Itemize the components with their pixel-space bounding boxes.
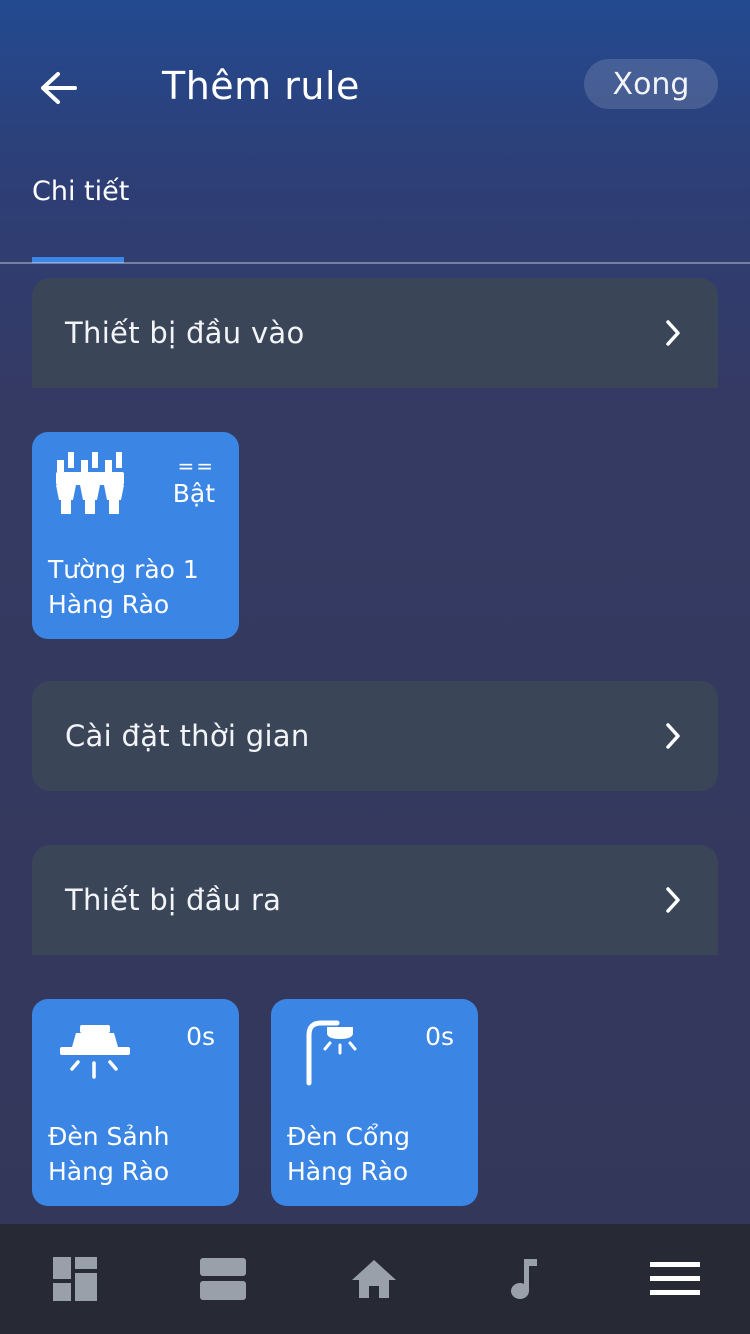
input-devices-row[interactable]: Thiết bị đầu vào (32, 278, 718, 388)
music-icon (511, 1259, 537, 1299)
condition-operator: == (177, 454, 215, 478)
time-settings-label: Cài đặt thời gian (65, 719, 310, 753)
page-title: Thêm rule (162, 64, 360, 108)
fence-icon (56, 452, 124, 514)
nav-menu[interactable] (600, 1224, 750, 1334)
arrow-left-icon (41, 72, 77, 104)
output-device-card[interactable]: 0s Đèn Sảnh Hàng Rào (32, 999, 239, 1206)
tab-details[interactable]: Chi tiết (32, 174, 129, 210)
chevron-right-icon (662, 318, 684, 348)
street-lamp-icon (306, 1020, 357, 1086)
nav-rooms[interactable] (148, 1224, 298, 1334)
output-delay: 0s (425, 1022, 454, 1051)
header: Thêm rule Xong (0, 0, 750, 170)
device-label: Tường rào 1 Hàng Rào (48, 552, 199, 622)
input-device-card[interactable]: == Bật Tường rào 1 Hàng Rào (32, 432, 239, 639)
rooms-icon (200, 1258, 246, 1300)
ceiling-lamp-icon (60, 1025, 130, 1079)
output-delay: 0s (186, 1022, 215, 1051)
done-button[interactable]: Xong (584, 59, 718, 109)
output-devices-row[interactable]: Thiết bị đầu ra (32, 845, 718, 955)
device-name: Đèn Sảnh (48, 1122, 170, 1151)
device-name: Tường rào 1 (48, 555, 199, 584)
time-settings-row[interactable]: Cài đặt thời gian (32, 681, 718, 791)
nav-home[interactable] (299, 1224, 449, 1334)
device-group: Hàng Rào (48, 590, 170, 619)
menu-icon (650, 1262, 700, 1295)
home-icon (352, 1260, 396, 1298)
nav-music[interactable] (449, 1224, 599, 1334)
bottom-nav (0, 1224, 750, 1334)
nav-dashboard[interactable] (0, 1224, 150, 1334)
device-group: Hàng Rào (48, 1157, 170, 1186)
chevron-right-icon (662, 721, 684, 751)
device-name: Đèn Cổng (287, 1122, 411, 1151)
dashboard-icon (53, 1257, 97, 1301)
input-devices-label: Thiết bị đầu vào (65, 316, 305, 350)
output-device-card[interactable]: 0s Đèn Cổng Hàng Rào (271, 999, 478, 1206)
back-button[interactable] (30, 60, 86, 116)
chevron-right-icon (662, 885, 684, 915)
device-label: Đèn Cổng Hàng Rào (287, 1119, 410, 1189)
device-group: Hàng Rào (287, 1157, 409, 1186)
tab-divider (0, 262, 750, 264)
condition-state: Bật (172, 479, 215, 508)
input-condition: == Bật (173, 454, 215, 510)
output-devices-label: Thiết bị đầu ra (65, 883, 282, 917)
device-label: Đèn Sảnh Hàng Rào (48, 1119, 169, 1189)
